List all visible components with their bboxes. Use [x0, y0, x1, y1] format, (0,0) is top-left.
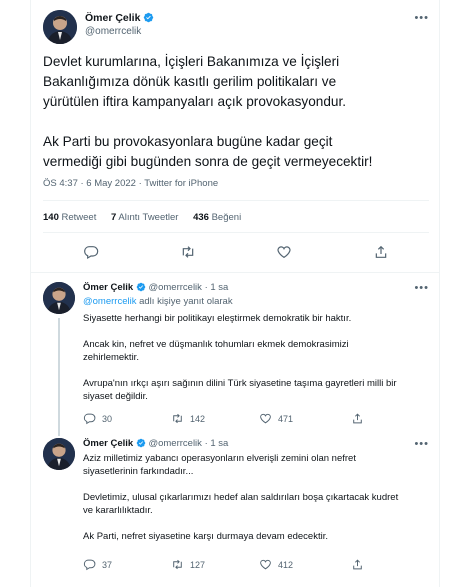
- more-horizontal-icon[interactable]: •••: [414, 12, 429, 24]
- share-icon: [353, 413, 362, 424]
- reply-actions: 37 127 412: [83, 558, 423, 574]
- like-icon: [260, 413, 271, 424]
- reply-tweet[interactable]: Ömer Çelik @omerrcelik · 1 sa ••• Aziz m…: [31, 438, 441, 580]
- retweet-icon[interactable]: [180, 244, 196, 265]
- like-button[interactable]: 412: [259, 558, 293, 571]
- tweet-line: Devlet kurumlarına, İçişleri Bakanımıza …: [43, 54, 340, 69]
- share-icon[interactable]: [373, 244, 389, 265]
- quotes-stat[interactable]: 7 Alıntı Tweetler: [111, 212, 190, 223]
- reply-icon: [83, 559, 96, 571]
- tweet-line: Bakanlığımıza dönük kasıtlı gerilim poli…: [43, 74, 337, 89]
- reply-time[interactable]: · 1 sa: [205, 438, 229, 449]
- share-button[interactable]: [351, 558, 370, 571]
- tweet-text: Devlet kurumlarına, İçişleri Bakanımıza …: [43, 52, 429, 172]
- like-button[interactable]: 471: [259, 412, 293, 425]
- divider: [43, 232, 429, 233]
- replying-to: @omerrcelik adlı kişiye yanıt olarak: [83, 296, 233, 307]
- avatar[interactable]: [43, 438, 75, 470]
- tweet-actions: [43, 244, 429, 264]
- retweets-stat[interactable]: 140 Retweet: [43, 212, 108, 223]
- thread-line: [58, 318, 60, 436]
- reply-header: Ömer Çelik @omerrcelik · 1 sa: [83, 438, 228, 449]
- avatar[interactable]: [43, 282, 75, 314]
- avatar[interactable]: [43, 10, 77, 44]
- reply-actions: 30 142 471: [83, 412, 423, 428]
- divider: [31, 272, 439, 273]
- tweet-line: yürütülen iftira kampanyaları açık provo…: [43, 94, 346, 109]
- like-icon: [260, 559, 271, 570]
- more-horizontal-icon[interactable]: •••: [414, 438, 429, 450]
- more-horizontal-icon[interactable]: •••: [414, 282, 429, 294]
- divider: [43, 200, 429, 201]
- verified-badge-icon: [144, 12, 154, 23]
- tweet-line: vermediği gibi bugünden sonra de geçit v…: [43, 154, 373, 169]
- author-name[interactable]: Ömer Çelik: [83, 282, 133, 293]
- retweet-icon: [173, 413, 182, 424]
- likes-stat[interactable]: 436 Beğeni: [193, 212, 253, 223]
- reply-icon[interactable]: [83, 244, 99, 265]
- tweet-thread: Ömer Çelik @omerrcelik ••• Devlet kuruml…: [30, 0, 440, 587]
- author-handle[interactable]: @omerrcelik: [85, 26, 141, 37]
- reply-button[interactable]: 30: [83, 412, 112, 425]
- reply-text: Aziz milletimiz yabancı operasyonların e…: [83, 453, 399, 542]
- verified-badge-icon: [136, 282, 146, 292]
- tweet-line: Ak Parti bu provokasyonlara bugüne kadar…: [43, 134, 333, 149]
- reply-header: Ömer Çelik @omerrcelik · 1 sa: [83, 282, 228, 293]
- reply-time[interactable]: · 1 sa: [205, 282, 229, 293]
- reply-text: Siyasette herhangi bir politikayı eleşti…: [83, 313, 397, 402]
- author-handle[interactable]: @omerrcelik: [148, 282, 201, 293]
- share-button[interactable]: [351, 412, 370, 425]
- retweet-button[interactable]: 142: [171, 412, 205, 425]
- replying-handle[interactable]: @omerrcelik: [83, 296, 136, 307]
- author-name[interactable]: Ömer Çelik: [83, 438, 133, 449]
- like-icon[interactable]: [276, 244, 292, 265]
- main-tweet-header: Ömer Çelik @omerrcelik •••: [43, 10, 429, 44]
- reply-icon: [83, 413, 96, 425]
- author-handle[interactable]: @omerrcelik: [148, 438, 201, 449]
- author-name[interactable]: Ömer Çelik: [85, 12, 154, 24]
- reply-button[interactable]: 37: [83, 558, 112, 571]
- tweet-stats: 140 Retweet 7 Alıntı Tweetler 436 Beğeni: [43, 212, 253, 223]
- share-icon: [353, 559, 362, 570]
- reply-tweet[interactable]: Ömer Çelik @omerrcelik · 1 sa ••• @omerr…: [31, 282, 441, 436]
- retweet-button[interactable]: 127: [171, 558, 205, 571]
- retweet-icon: [173, 559, 182, 570]
- tweet-timestamp[interactable]: ÖS 4:37 · 6 May 2022 · Twitter for iPhon…: [43, 178, 218, 189]
- verified-badge-icon: [136, 438, 146, 448]
